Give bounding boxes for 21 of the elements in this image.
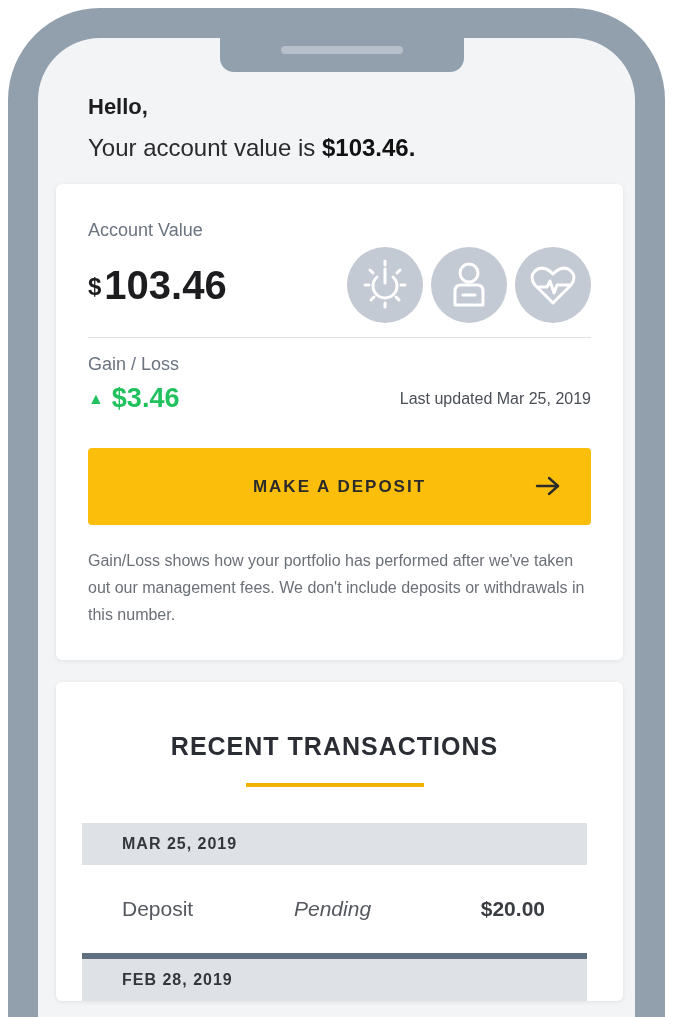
- make-deposit-button[interactable]: MAKE A DEPOSIT: [88, 448, 591, 525]
- account-value: 103.46: [104, 262, 227, 308]
- heart-pulse-icon[interactable]: [515, 247, 591, 323]
- transaction-status: Pending: [294, 897, 373, 921]
- account-value-label: Account Value: [88, 220, 204, 241]
- transaction-amount: $20.00: [480, 897, 545, 921]
- gain-arrow: ▲: [88, 389, 104, 408]
- transactions-title: RECENT TRANSACTIONS: [169, 732, 500, 761]
- greeting-title: Hello,: [88, 94, 149, 120]
- gain-loss-note: Gain/Loss shows how your portfolio has performed after we've taken out our management fees. We don't include deposits or withdrawals in this number.: [88, 551, 586, 625]
- last-updated: Last updated Mar 25, 2019: [399, 389, 591, 408]
- date-header: FEB 28, 2019: [82, 953, 587, 1001]
- gain-loss-label: Gain / Loss: [88, 354, 181, 375]
- transaction-type: Deposit: [122, 897, 195, 921]
- arrow-right-icon: [535, 475, 561, 497]
- gain-value: $3.46: [111, 383, 180, 414]
- greeting-message: Your account value is $103.46.: [88, 134, 417, 162]
- date-header: MAR 25, 2019: [82, 823, 587, 865]
- power-icon[interactable]: [347, 247, 423, 323]
- currency-symbol: $: [88, 272, 102, 301]
- person-icon[interactable]: [431, 247, 507, 323]
